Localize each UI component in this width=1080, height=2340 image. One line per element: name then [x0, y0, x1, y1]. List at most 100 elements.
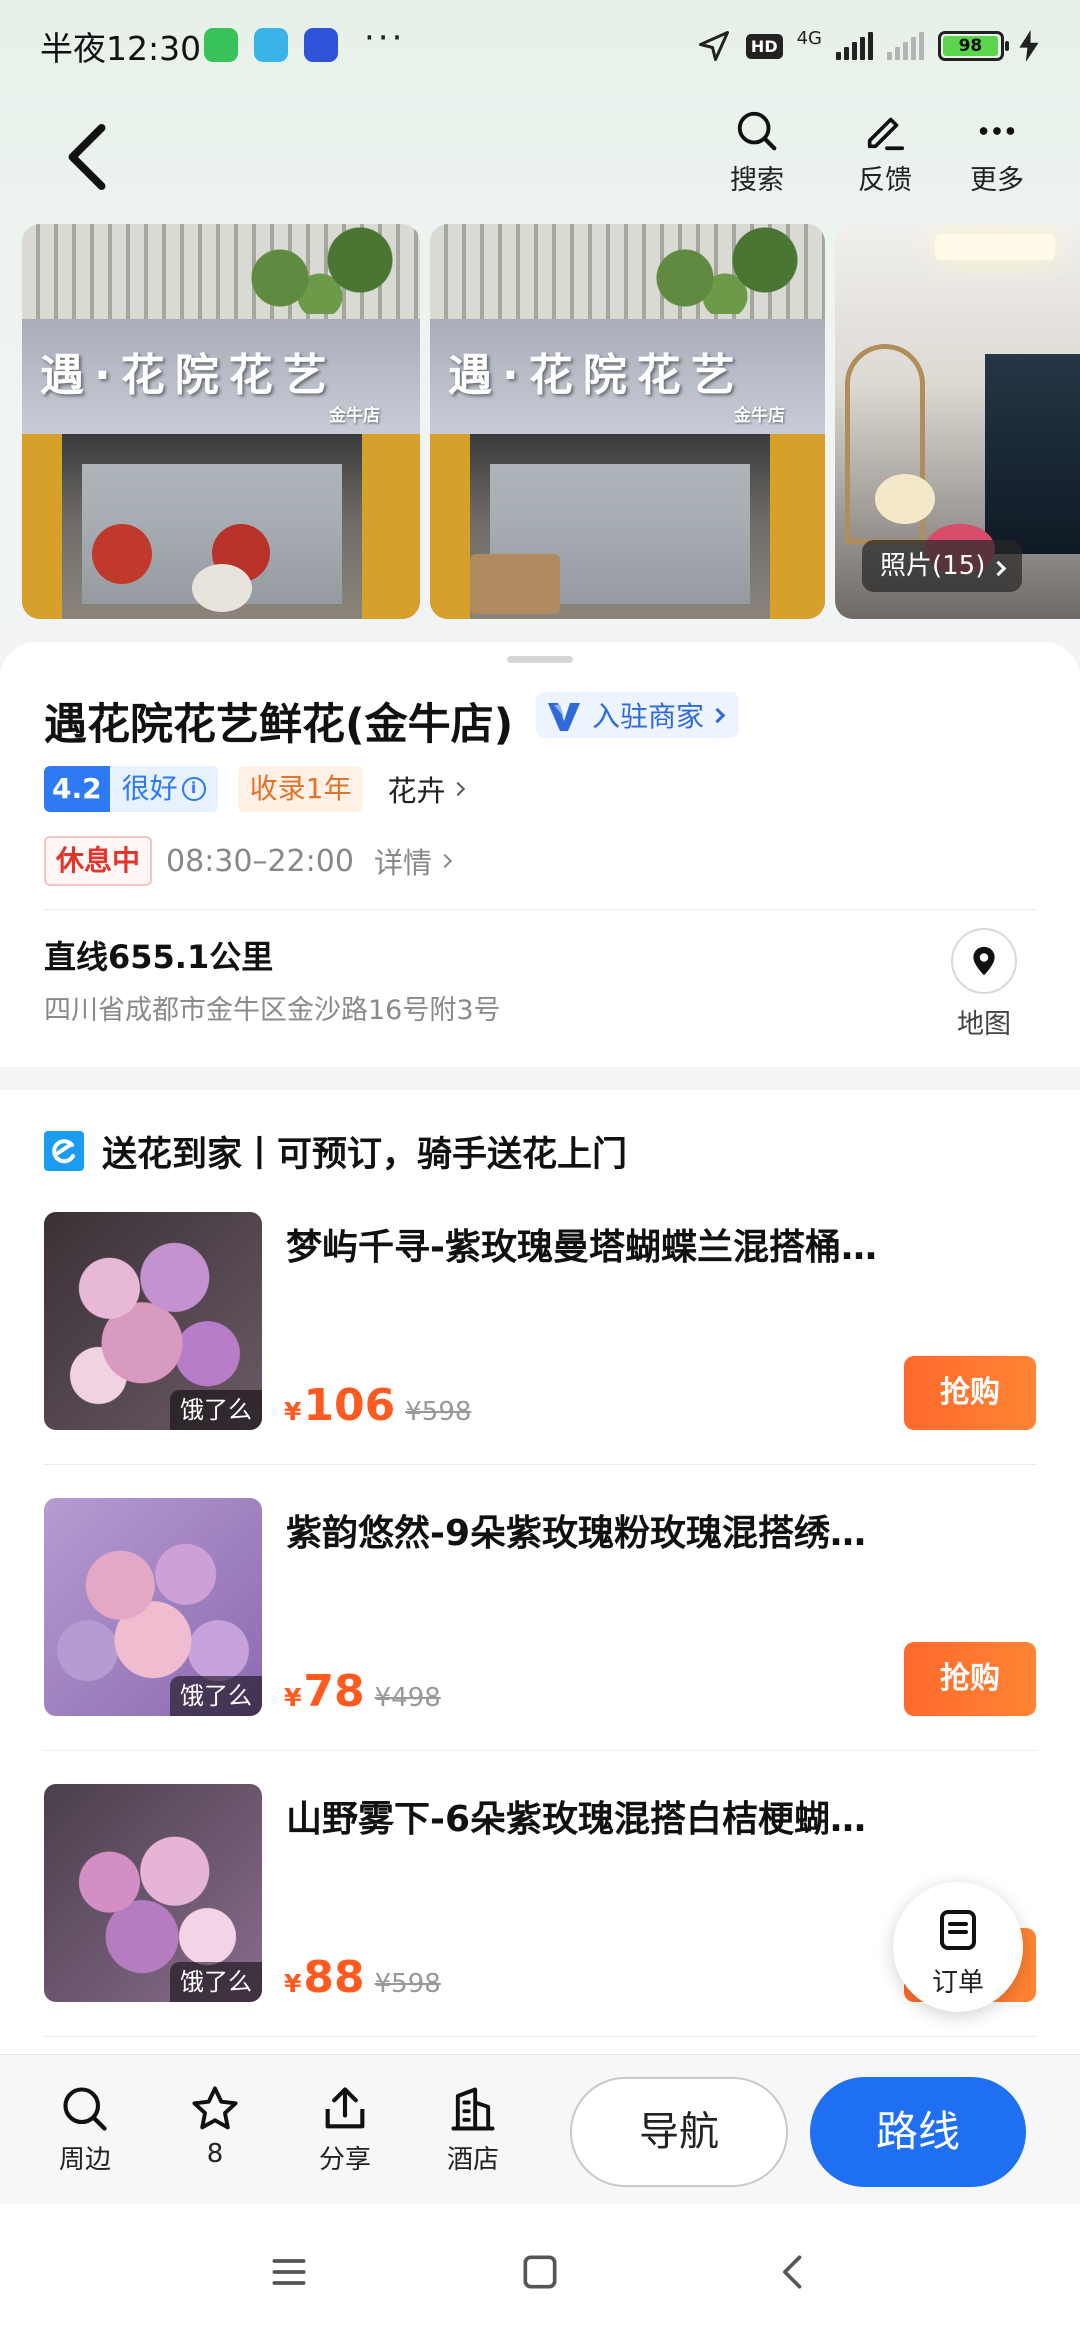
- rating-score: 4.2: [44, 766, 110, 812]
- feedback-label: 反馈: [858, 165, 912, 196]
- distance: 直线655.1公里: [44, 938, 274, 976]
- category-label: 花卉: [387, 774, 446, 808]
- divider: [44, 909, 1036, 910]
- verified-v-icon: [548, 703, 580, 731]
- product-image[interactable]: 饿了么: [44, 1784, 262, 2002]
- photo-count-label: 照片(15): [880, 551, 986, 581]
- photo-count-button[interactable]: 照片(15): [862, 540, 1023, 592]
- product-image[interactable]: 饿了么: [44, 1498, 262, 1716]
- bottom-toolbar: 周边 8 分享 酒店 导航 路线: [0, 2054, 1080, 2204]
- shop-info-card: 遇花院花艺鲜花(金牛店) 入驻商家 4.2 很好 i 收录1年 花卉 休息中 08…: [0, 642, 1080, 1067]
- divider: [44, 2036, 1036, 2037]
- status-indicators: HD 4G 98: [696, 24, 1040, 68]
- favorites-count: 8: [206, 2139, 224, 2169]
- favorite-button[interactable]: 8: [165, 2083, 265, 2169]
- current-price: 106: [303, 1380, 396, 1431]
- hd-badge: HD: [745, 33, 783, 59]
- route-button[interactable]: 路线: [810, 2077, 1026, 2187]
- location-pin-icon: [973, 946, 995, 976]
- edit-pencil-icon: [867, 117, 905, 151]
- back-icon[interactable]: [772, 2250, 816, 2294]
- current-price: 88: [303, 1952, 365, 2003]
- location-arrow-icon: [698, 31, 729, 61]
- telegram-notification-icon: [254, 28, 288, 62]
- search-button[interactable]: 搜索: [712, 108, 802, 197]
- battery-icon: 98: [938, 31, 1009, 61]
- buy-button[interactable]: 抢购: [904, 1642, 1036, 1716]
- product-title: 山野雾下-6朵紫玫瑰混搭白桔梗蝴…: [286, 1799, 866, 1840]
- storefront-photo-2[interactable]: 遇·花院花艺 金牛店: [430, 224, 825, 619]
- signal-strength-2-icon: [887, 32, 924, 60]
- chevron-right-icon: [991, 560, 1007, 577]
- more-button[interactable]: 更多: [952, 108, 1042, 197]
- shop-name: 遇花院花艺鲜花(金牛店): [44, 700, 514, 750]
- home-icon[interactable]: [518, 2250, 562, 2294]
- more-notifications-icon: ···: [364, 18, 406, 58]
- buy-button[interactable]: 抢购: [904, 1356, 1036, 1430]
- merchant-badge[interactable]: 入驻商家: [536, 692, 740, 738]
- charging-bolt-icon: [1019, 30, 1039, 62]
- product-image[interactable]: 饿了么: [44, 1212, 262, 1430]
- navigate-button[interactable]: 导航: [570, 2077, 788, 2187]
- share-label: 分享: [318, 2145, 371, 2175]
- original-price: ¥598: [405, 1397, 472, 1427]
- hours-detail-link[interactable]: 详情: [373, 840, 453, 882]
- product-card[interactable]: 饿了么 山野雾下-6朵紫玫瑰混搭白桔梗蝴… ¥ 88 ¥598 抢购: [44, 1784, 1036, 2003]
- section-header: 送花到家丨可预订，骑手送花上门: [44, 1126, 627, 1176]
- menu-icon[interactable]: [267, 2250, 311, 2294]
- map-button[interactable]: 地图: [944, 928, 1024, 1041]
- platform-tag: 饿了么: [170, 1390, 262, 1430]
- category-link[interactable]: 花卉: [387, 768, 466, 810]
- currency-symbol: ¥: [284, 1683, 302, 1712]
- app-notification-icon: [304, 28, 338, 62]
- feedback-button[interactable]: 反馈: [840, 108, 930, 197]
- star-icon: [192, 2086, 238, 2130]
- order-label: 订单: [931, 1968, 984, 1998]
- chevron-right-icon: [437, 853, 453, 869]
- eleme-logo-icon: [44, 1131, 84, 1171]
- drag-handle[interactable]: [507, 656, 573, 663]
- address[interactable]: 四川省成都市金牛区金沙路16号附3号: [44, 988, 501, 1027]
- price: ¥ 78 ¥498: [284, 1666, 441, 1717]
- product-card[interactable]: 饿了么 梦屿千寻-紫玫瑰曼塔蝴蝶兰混搭桶… ¥ 106 ¥598 抢购: [44, 1212, 1036, 1431]
- chevron-right-icon: [709, 707, 726, 723]
- network-type: 4G: [796, 28, 822, 49]
- map-label: 地图: [957, 1009, 1011, 1040]
- search-icon: [737, 111, 777, 151]
- order-button[interactable]: 订单: [893, 1882, 1023, 2012]
- platform-tag: 饿了么: [170, 1676, 262, 1716]
- share-icon: [325, 2087, 365, 2129]
- price: ¥ 88 ¥598: [284, 1952, 441, 2003]
- more-label: 更多: [970, 165, 1024, 196]
- shop-sign: 遇·花院花艺 金牛店: [22, 319, 420, 434]
- share-button[interactable]: 分享: [295, 2083, 395, 2176]
- system-navigation-bar: [0, 2204, 1080, 2340]
- product-card[interactable]: 饿了么 紫韵悠然-9朵紫玫瑰粉玫瑰混搭绣… ¥ 78 ¥498 抢购: [44, 1498, 1036, 1717]
- more-dots-icon: [979, 127, 1015, 135]
- hours-detail-label: 详情: [373, 846, 432, 880]
- storefront-photo-1[interactable]: 遇·花院花艺 金牛店: [22, 224, 420, 619]
- price: ¥ 106 ¥598: [284, 1380, 471, 1431]
- merchant-badge-label: 入驻商家: [592, 700, 705, 733]
- currency-symbol: ¥: [284, 1969, 302, 1998]
- product-title: 梦屿千寻-紫玫瑰曼塔蝴蝶兰混搭桶…: [286, 1227, 877, 1268]
- shop-sign-text: 遇·花院花艺: [40, 350, 337, 401]
- signal-strength-icon: [836, 32, 873, 60]
- nearby-label: 周边: [58, 2145, 111, 2175]
- rating-text-label: 很好: [121, 772, 178, 805]
- divider: [44, 1750, 1036, 1751]
- order-list-icon: [940, 1910, 976, 1950]
- hotel-label: 酒店: [446, 2145, 499, 2175]
- rating-text[interactable]: 很好 i: [109, 766, 218, 812]
- current-price: 78: [303, 1666, 365, 1717]
- hotel-button[interactable]: 酒店: [423, 2083, 523, 2176]
- back-arrow-icon[interactable]: [58, 122, 118, 192]
- shop-sign-2: 遇·花院花艺 金牛店: [430, 319, 825, 434]
- nearby-button[interactable]: 周边: [35, 2083, 135, 2176]
- divider: [44, 1464, 1036, 1465]
- shop-sign-text-2: 遇·花院花艺: [448, 350, 745, 401]
- opening-hours: 08:30–22:00: [166, 843, 354, 879]
- battery-level: 98: [943, 36, 998, 56]
- status-time: 半夜12:30: [40, 29, 202, 68]
- hotel-building-icon: [451, 2087, 495, 2131]
